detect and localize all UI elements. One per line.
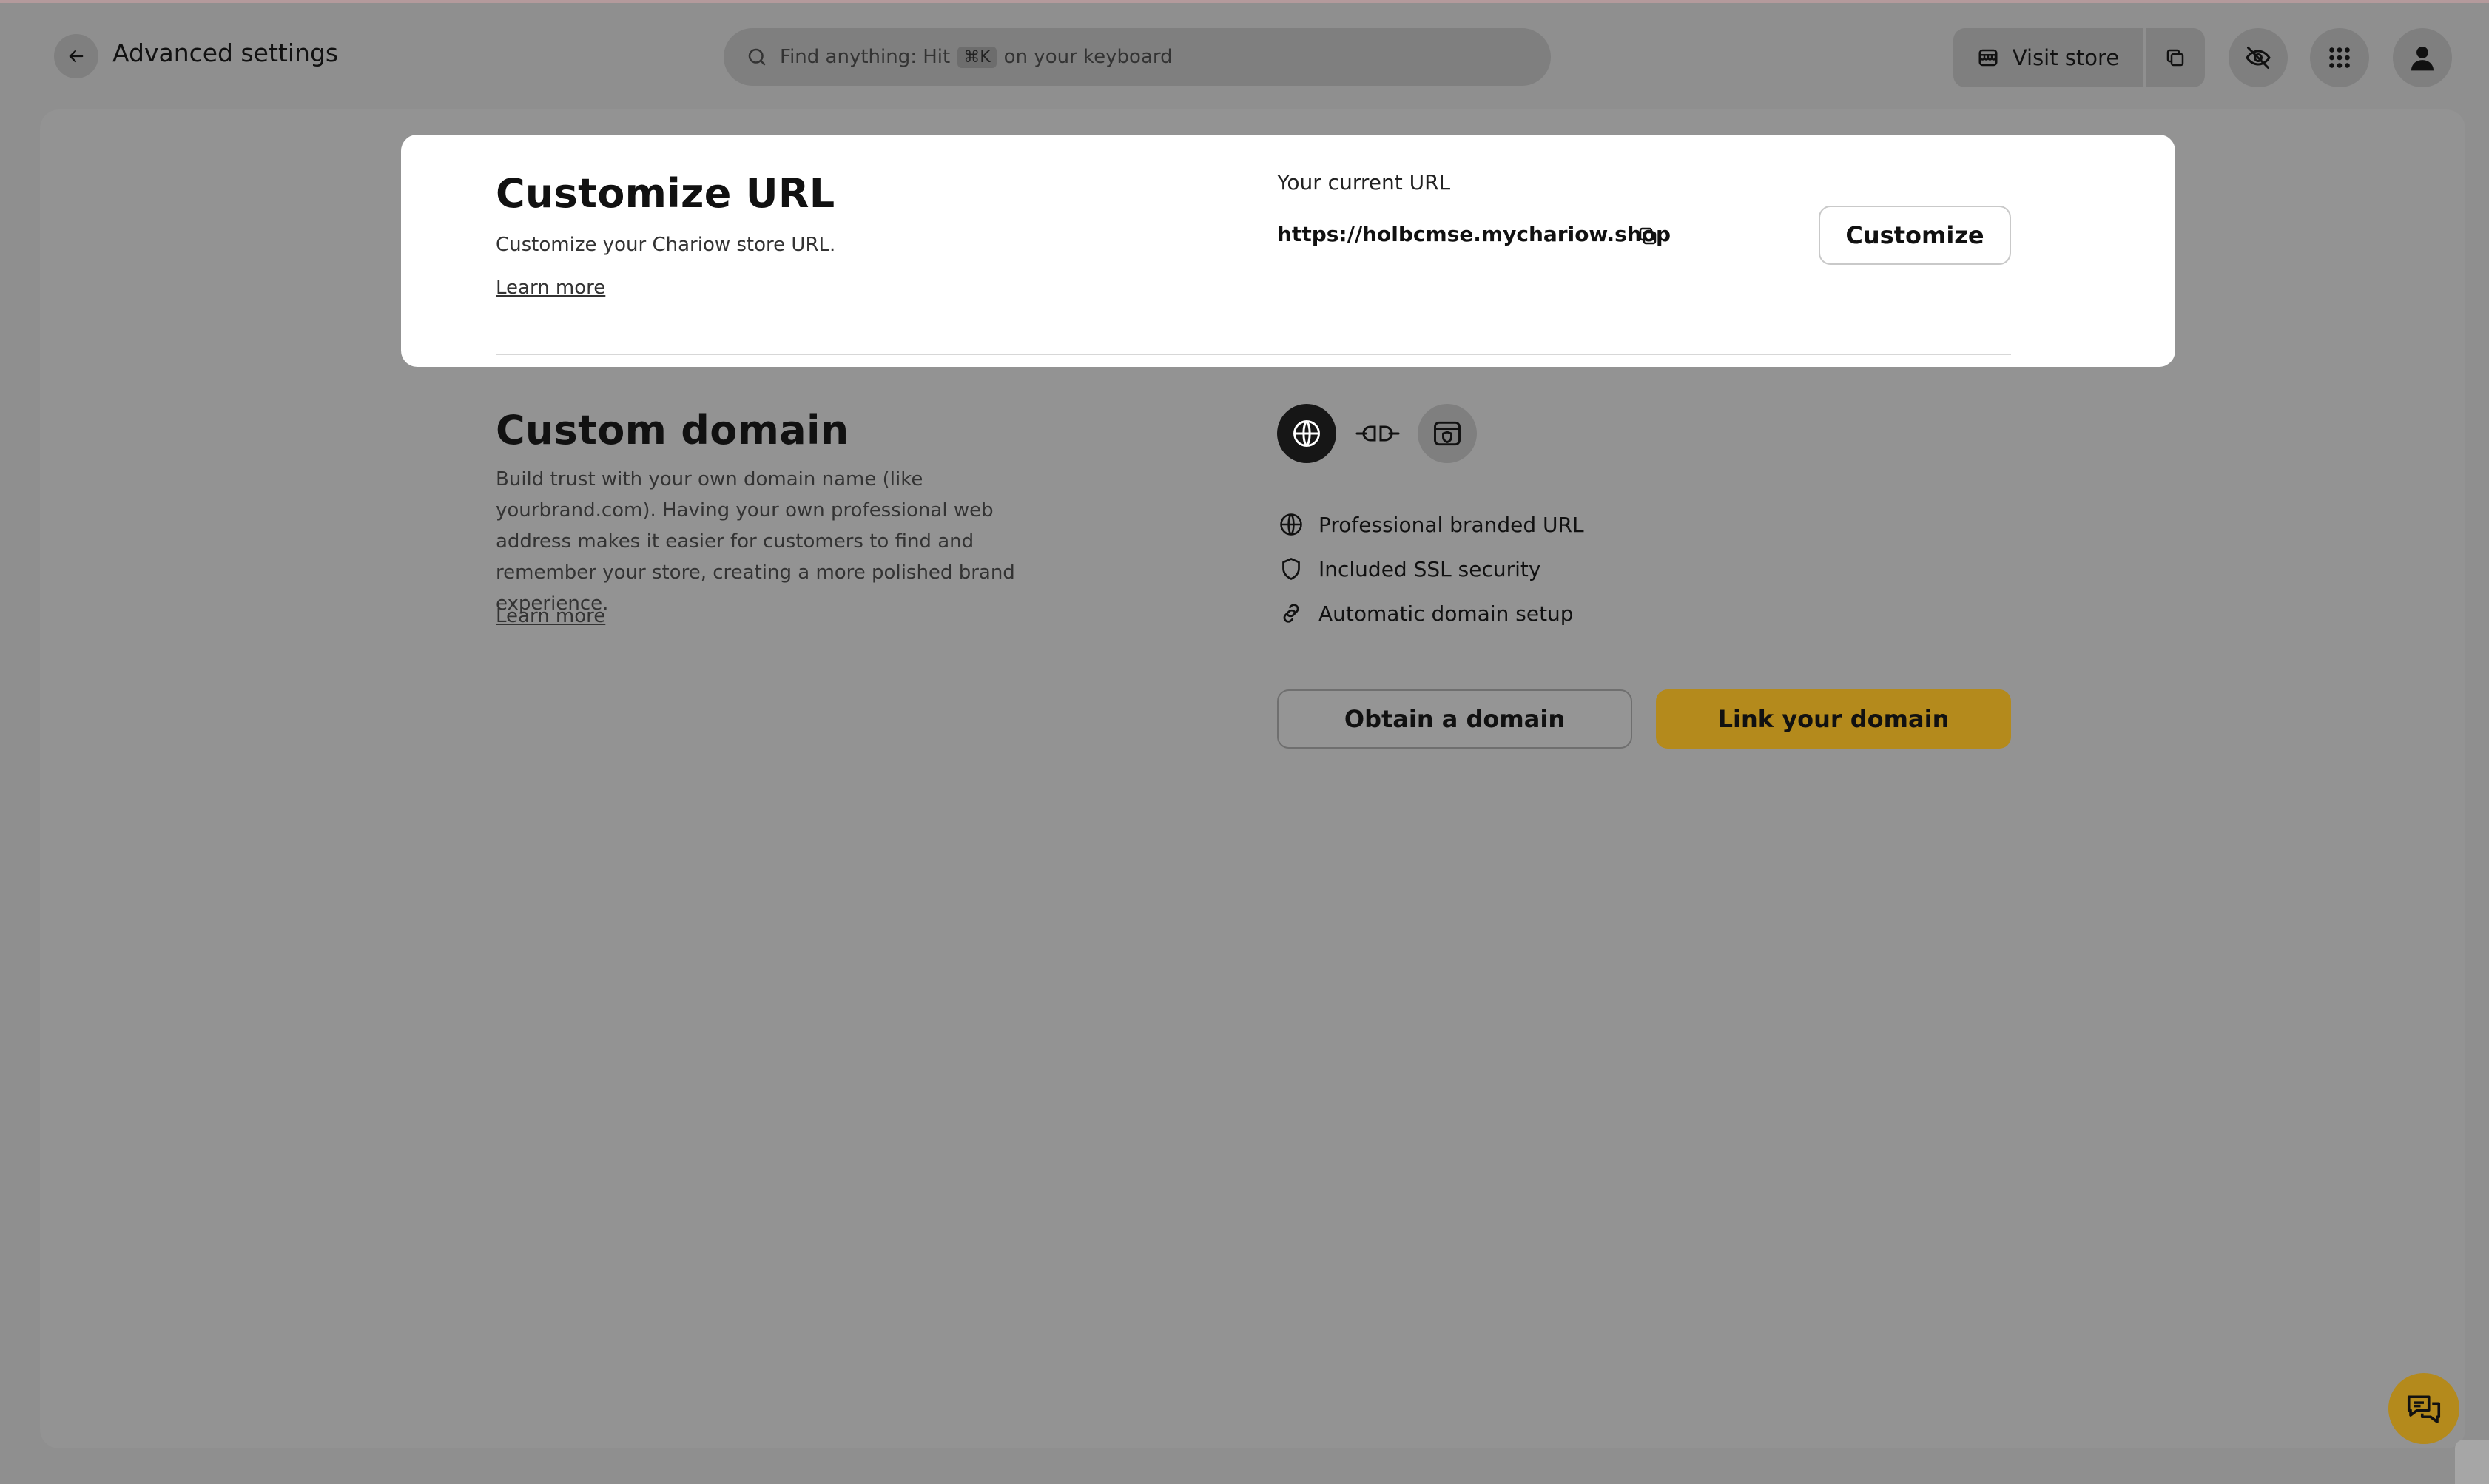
visit-store-button[interactable]: Visit store (1953, 28, 2143, 87)
copy-icon (1639, 227, 1657, 245)
globe-icon (1293, 420, 1320, 447)
current-url-value: https://holbcmse.mychariow.shop (1277, 222, 1671, 246)
link-icon (1277, 599, 1305, 627)
grid-dots-icon (2329, 47, 2350, 68)
feature-item: Included SSL security (1277, 555, 1540, 583)
connector-icon (1354, 419, 1401, 448)
custom-domain-learn-more-link[interactable]: Learn more (496, 605, 605, 627)
corner-widget[interactable] (2455, 1440, 2489, 1484)
back-button[interactable] (54, 34, 98, 78)
domain-globe-badge (1277, 404, 1336, 463)
user-icon (2411, 46, 2434, 71)
eye-off-icon (2246, 47, 2271, 69)
shortcut-badge: ⌘K (957, 46, 997, 68)
apps-menu-button[interactable] (2310, 28, 2369, 87)
search-placeholder: Find anything: Hit ⌘K on your keyboard (780, 46, 1173, 68)
feature-label: Automatic domain setup (1318, 601, 1574, 626)
section-divider (496, 354, 2011, 355)
custom-domain-description: Build trust with your own domain name (l… (496, 468, 1015, 615)
customize-url-learn-more-link[interactable]: Learn more (496, 277, 605, 299)
customize-url-description: Customize your Chariow store URL. (496, 234, 836, 256)
feature-label: Professional branded URL (1318, 512, 1584, 537)
feature-label: Included SSL security (1318, 556, 1541, 581)
copy-icon (2166, 49, 2184, 67)
arrow-left-icon (69, 50, 84, 63)
page-title: Advanced settings (112, 38, 339, 67)
feature-item: Automatic domain setup (1277, 599, 1574, 627)
copy-store-link-button[interactable] (2146, 28, 2205, 87)
current-url-label: Your current URL (1277, 170, 1451, 195)
feature-item: Professional branded URL (1277, 510, 1584, 539)
custom-domain-title: Custom domain (496, 407, 849, 453)
search-input[interactable]: Find anything: Hit ⌘K on your keyboard (724, 28, 1551, 86)
chat-bubbles-icon (2407, 1395, 2441, 1423)
search-placeholder-suffix: on your keyboard (1003, 46, 1173, 68)
account-button[interactable] (2393, 28, 2452, 87)
store-shield-icon (1434, 421, 1461, 446)
shield-icon (1277, 555, 1305, 583)
secure-store-badge (1418, 404, 1477, 463)
obtain-domain-button[interactable]: Obtain a domain (1277, 689, 1632, 749)
search-placeholder-text: Find anything: Hit (780, 46, 951, 68)
store-icon (1978, 49, 1998, 67)
hide-preview-button[interactable] (2229, 28, 2288, 87)
link-domain-button[interactable]: Link your domain (1656, 689, 2011, 749)
visit-store-label: Visit store (2012, 45, 2120, 70)
support-chat-button[interactable] (2388, 1373, 2459, 1444)
globe-icon (1277, 510, 1305, 539)
search-icon (748, 48, 766, 66)
copy-url-button[interactable] (1634, 222, 1662, 250)
customize-url-title: Customize URL (496, 170, 835, 217)
customize-button[interactable]: Customize (1819, 206, 2011, 265)
window-top-border (0, 0, 2489, 3)
